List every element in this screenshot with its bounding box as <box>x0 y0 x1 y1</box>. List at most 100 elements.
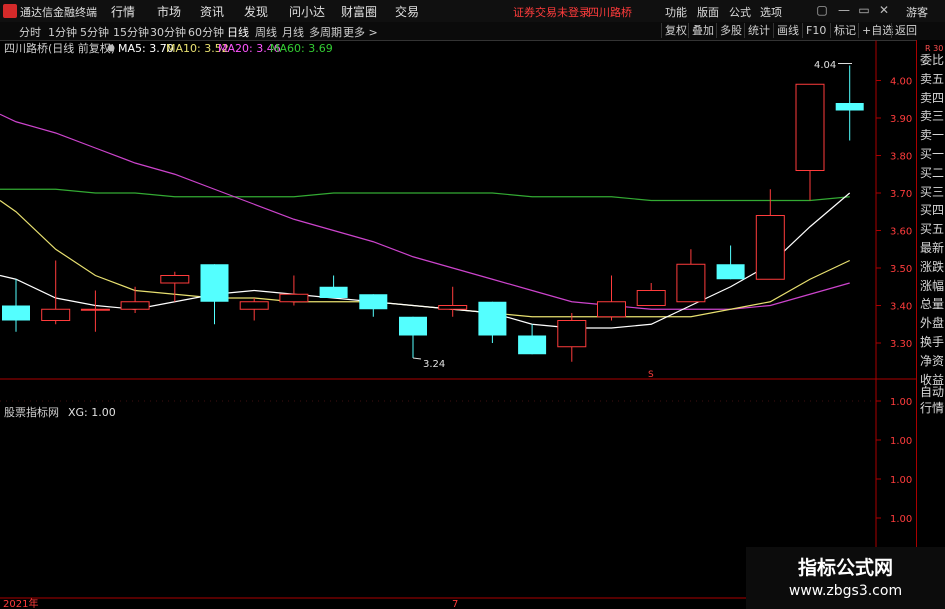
quote-label: 委比 <box>920 53 945 67</box>
tongji-button[interactable]: 统计 <box>744 23 773 38</box>
app-name: 通达信金融终端 <box>20 6 97 19</box>
candle-body[interactable] <box>636 290 666 306</box>
menu-zixun[interactable]: 资讯 <box>200 3 224 20</box>
candle-body[interactable] <box>438 305 468 310</box>
period-daily[interactable]: 日线 <box>227 24 249 40</box>
auto-label[interactable]: 自动 <box>920 385 944 399</box>
kline-chart[interactable]: 四川路桥(日线 前复权) MA5: 3.70 MA10: 3.52 MA20: … <box>0 40 916 609</box>
period-30min[interactable]: 30分钟 <box>150 24 186 40</box>
candle-body[interactable] <box>120 301 150 310</box>
indicator-tick-label: 1.00 <box>890 397 912 408</box>
app-logo-icon <box>3 4 17 18</box>
menu-wenxiaoda[interactable]: 问小达 <box>289 3 325 20</box>
biaoji-button[interactable]: 标记 <box>830 23 859 38</box>
candle-body[interactable] <box>795 83 825 171</box>
minimize-button[interactable]: — <box>836 3 852 18</box>
quote-label: 总量 <box>920 297 945 312</box>
huaxian-button[interactable]: 画线 <box>773 23 802 38</box>
close-button[interactable]: ✕ <box>876 3 892 18</box>
duogu-button[interactable]: 多股 <box>716 23 745 38</box>
ma-settings-icon[interactable] <box>107 44 115 52</box>
menu-shichang[interactable]: 市场 <box>157 3 181 20</box>
chart-labels: 四川路桥(日线 前复权) MA5: 3.70 MA10: 3.52 MA20: … <box>0 41 876 609</box>
menu-gongshi[interactable]: 公式 <box>729 4 751 20</box>
ma20-line <box>0 113 850 310</box>
price-tick-label: 3.30 <box>890 339 912 350</box>
diejia-button[interactable]: 叠加 <box>688 23 717 38</box>
ma60-line <box>0 188 850 202</box>
period-more[interactable]: 更多 > <box>343 24 378 40</box>
period-multi[interactable]: 多周期 <box>309 24 342 40</box>
sell-marker: S <box>648 370 654 380</box>
candle-body[interactable] <box>160 275 190 284</box>
menu-xuanxiang[interactable]: 选项 <box>760 4 782 20</box>
menu-banmian[interactable]: 版面 <box>697 4 719 20</box>
watermark: 指标公式网 www.zbgs3.com <box>746 547 945 609</box>
candlesticks[interactable] <box>2 65 864 362</box>
candle-body[interactable] <box>676 263 706 303</box>
price-tick-label: 3.80 <box>890 152 912 163</box>
candle-body[interactable] <box>319 286 348 298</box>
period-15min[interactable]: 15分钟 <box>113 24 149 40</box>
price-tick-label: 3.90 <box>890 114 912 125</box>
menu-gongneng[interactable]: 功能 <box>665 4 687 20</box>
maximize-button[interactable]: ▭ <box>856 3 872 18</box>
candle-body[interactable] <box>557 320 587 348</box>
ma10-line <box>0 200 850 318</box>
menu-hangqing[interactable]: 行情 <box>111 3 135 20</box>
price-tick-label: 3.60 <box>890 227 912 238</box>
quote-label: 最新 <box>920 241 945 255</box>
login-status[interactable]: 证券交易未登录 <box>513 4 590 20</box>
candle-body[interactable] <box>478 301 507 336</box>
hangqing-label[interactable]: 行情 <box>920 401 944 415</box>
quote-label: 卖四 <box>920 90 945 105</box>
candle-body[interactable] <box>279 293 309 303</box>
price-tick-label: 3.40 <box>890 302 912 313</box>
indicator-axis: 1.001.001.001.001.00 <box>876 397 912 564</box>
quote-label: 卖一 <box>920 128 945 143</box>
period-5min[interactable]: 5分钟 <box>80 24 109 40</box>
fuquan-button[interactable]: 复权 <box>661 23 690 38</box>
title-stock-name: 四川路桥 <box>588 6 632 19</box>
candle-body[interactable] <box>200 264 229 302</box>
f10-button[interactable]: F10 <box>802 23 829 38</box>
menu-faxian[interactable]: 发现 <box>244 3 268 20</box>
period-monthly[interactable]: 月线 <box>282 24 304 40</box>
candle-body[interactable] <box>597 301 626 318</box>
sub-panel-header: 股票指标网 <box>4 405 59 419</box>
candle-body[interactable] <box>239 301 269 310</box>
quote-label: 买一 <box>920 147 945 161</box>
price-tick-label: 3.70 <box>890 189 912 200</box>
quote-label: 买四 <box>920 203 945 218</box>
indicator-tick-label: 1.00 <box>890 475 912 486</box>
candle-body[interactable] <box>518 335 547 355</box>
menu-caifuquan[interactable]: 财富圈 <box>341 3 377 20</box>
candle-body[interactable] <box>80 308 110 311</box>
quote-label: 换手 <box>920 335 945 349</box>
quote-label: 卖五 <box>920 71 945 86</box>
month-label: 7 <box>452 599 458 609</box>
restore-window-button[interactable]: ▢ <box>814 3 830 18</box>
period-60min[interactable]: 60分钟 <box>188 24 224 40</box>
menu-jiaoyi[interactable]: 交易 <box>395 3 419 20</box>
quote-label: 涨跌 <box>920 259 945 274</box>
period-1min[interactable]: 1分钟 <box>48 24 77 40</box>
year-label: 2021年 <box>3 597 38 609</box>
candle-body[interactable] <box>716 264 745 280</box>
back-button[interactable]: 返回 <box>891 23 920 38</box>
candle-body[interactable] <box>41 308 71 321</box>
candle-body[interactable] <box>755 215 785 280</box>
main-panel-header: 四川路桥(日线 前复权) <box>4 41 115 55</box>
candle-body[interactable] <box>359 294 388 310</box>
quote-label: 外盘 <box>920 316 945 331</box>
candle-body[interactable] <box>2 305 30 321</box>
quote-side-panel: R 30 委比 卖五 卖四 卖三 卖一 买一 买二 买三 买四 买五 最新 涨跌 涨幅 总量 外盘 换手 净资收… <box>916 40 945 609</box>
period-fenshi[interactable]: 分时 <box>19 24 41 40</box>
guest-label[interactable]: 游客 <box>906 4 928 20</box>
indicator-tick-label: 1.00 <box>890 436 912 447</box>
quote-label: 涨幅 <box>920 278 945 293</box>
candle-body[interactable] <box>835 103 864 111</box>
candle-body[interactable] <box>399 316 427 336</box>
period-weekly[interactable]: 周线 <box>255 24 277 40</box>
quote-label: 买五 <box>920 222 945 237</box>
